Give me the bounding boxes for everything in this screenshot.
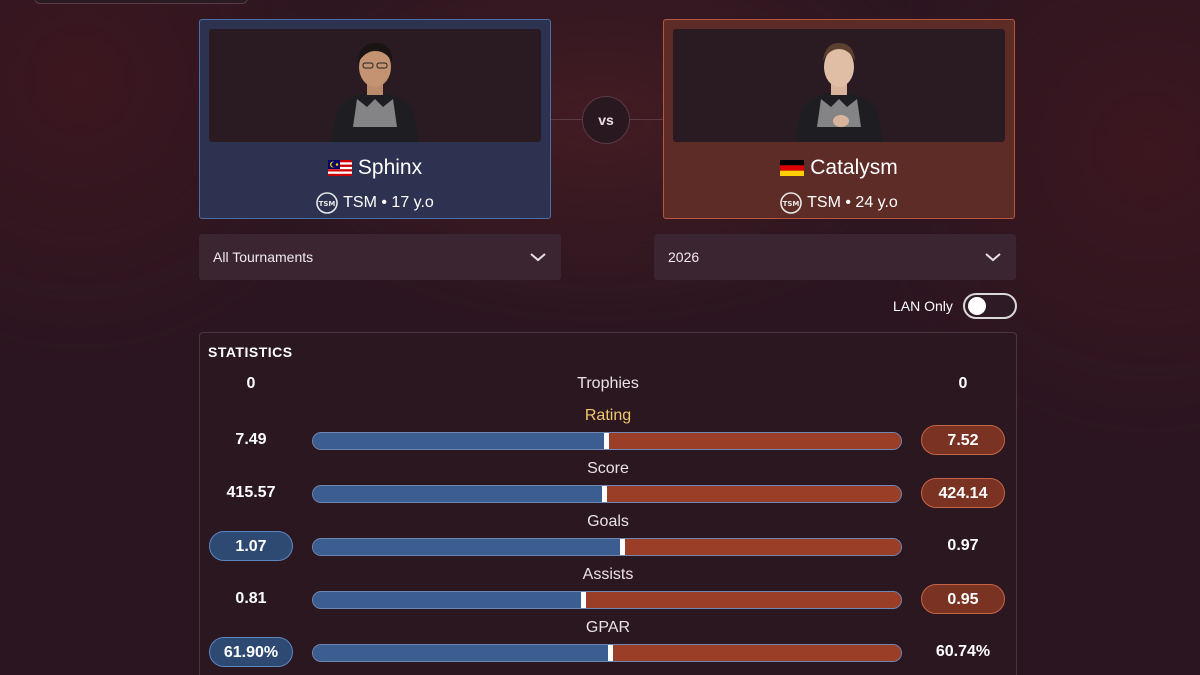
score-bar-left-fill — [313, 486, 605, 502]
assists-comparison-bar — [312, 591, 902, 609]
assists-bar-left-fill — [313, 592, 584, 608]
score-label: Score — [587, 460, 629, 477]
score-right-value: 424.14 — [921, 478, 1005, 508]
assists-label: Assists — [582, 566, 634, 583]
rating-comparison-bar — [312, 432, 902, 450]
vs-badge: vs — [582, 96, 630, 144]
gpar-bar-right-fill — [609, 645, 901, 661]
assists-bar-marker — [581, 592, 586, 608]
year-dropdown[interactable]: 2026 — [654, 234, 1016, 280]
lan-only-label: LAN Only — [893, 298, 953, 314]
player1-avatar-icon — [331, 43, 419, 142]
player2-card[interactable]: Catalysm TSM TSM • 24 y.o — [663, 19, 1015, 219]
player1-photo — [209, 29, 541, 142]
statistics-panel: STATISTICS 0 Trophies 0 Rating 7.49 7.52 Sc… — [199, 332, 1017, 675]
rating-right-value: 7.52 — [921, 425, 1005, 455]
rating-bar-right-fill — [605, 433, 901, 449]
statistics-title: STATISTICS — [208, 344, 293, 360]
year-dropdown-value: 2026 — [668, 249, 700, 265]
rating-bar-marker — [604, 433, 609, 449]
player1-name-row: Sphinx — [209, 156, 541, 180]
assists-bar-right-fill — [582, 592, 901, 608]
germany-flag-icon — [780, 160, 805, 176]
top-tab — [34, 0, 248, 4]
goals-bar-right-fill — [621, 539, 901, 555]
score-comparison-bar — [312, 485, 902, 503]
rating-left-value: 7.49 — [235, 431, 267, 448]
trophies-label: Trophies — [577, 375, 639, 392]
player1-team-row: TSM TSM • 17 y.o — [209, 192, 541, 214]
assists-right-value: 0.95 — [921, 584, 1005, 614]
vs-line-left — [551, 119, 582, 120]
player2-name-row: Catalysm — [673, 156, 1005, 180]
player2-photo — [673, 29, 1005, 142]
gpar-label: GPAR — [585, 619, 631, 636]
tsm-logo-icon: TSM — [316, 192, 338, 214]
score-bar-right-fill — [603, 486, 901, 502]
trophies-right-value: 0 — [958, 375, 968, 392]
tournament-dropdown[interactable]: All Tournaments — [199, 234, 561, 280]
switch-knob — [967, 297, 986, 315]
score-bar-marker — [602, 486, 607, 502]
player1-name: Sphinx — [357, 156, 423, 179]
lan-only-switch[interactable] — [962, 293, 1017, 319]
gpar-bar-marker — [608, 645, 613, 661]
vs-line-right — [630, 119, 663, 120]
goals-bar-marker — [620, 539, 625, 555]
svg-text:TSM: TSM — [783, 200, 800, 208]
player2-avatar-icon — [795, 43, 883, 142]
goals-label: Goals — [587, 513, 629, 530]
rating-label: Rating — [584, 407, 632, 424]
assists-left-value: 0.81 — [235, 590, 267, 607]
player1-team-age: TSM • 17 y.o — [343, 194, 434, 211]
malaysia-flag-icon — [327, 160, 352, 176]
player2-team-age: TSM • 24 y.o — [807, 194, 898, 211]
tsm-logo-icon: TSM — [780, 192, 802, 214]
gpar-bar-left-fill — [313, 645, 611, 661]
gpar-right-value: 60.74% — [935, 643, 991, 660]
goals-left-value: 1.07 — [209, 531, 293, 561]
player2-name: Catalysm — [810, 156, 898, 179]
lan-only-toggle-row: LAN Only — [893, 293, 1017, 319]
score-left-value: 415.57 — [226, 484, 276, 501]
gpar-left-value: 61.90% — [209, 637, 293, 667]
goals-right-value: 0.97 — [947, 537, 979, 554]
chevron-down-icon — [530, 253, 546, 262]
gpar-comparison-bar — [312, 644, 902, 662]
rating-bar-left-fill — [313, 433, 607, 449]
goals-bar-left-fill — [313, 539, 623, 555]
chevron-down-icon — [985, 253, 1001, 262]
svg-text:TSM: TSM — [319, 200, 336, 208]
player2-team-row: TSM TSM • 24 y.o — [673, 192, 1005, 214]
goals-comparison-bar — [312, 538, 902, 556]
player1-card[interactable]: Sphinx TSM TSM • 17 y.o — [199, 19, 551, 219]
tournament-dropdown-value: All Tournaments — [213, 249, 314, 265]
